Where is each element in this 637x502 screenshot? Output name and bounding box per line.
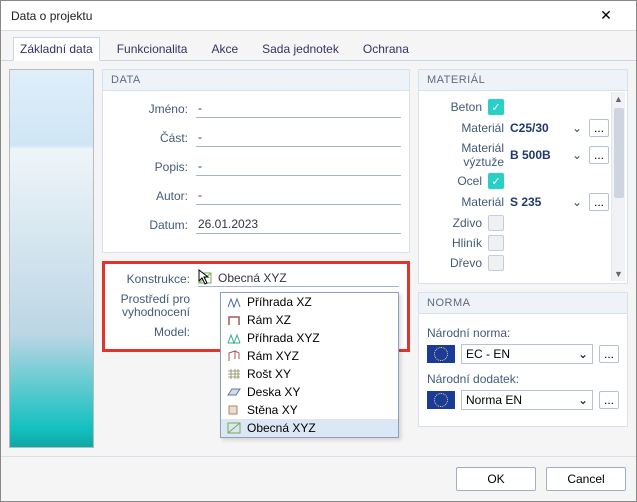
- input-cast[interactable]: [196, 128, 401, 147]
- mat-label-vyztuz: Materiál výztuže: [427, 141, 504, 169]
- mat-label-beton: Beton: [427, 100, 482, 114]
- checkbox-ocel[interactable]: ✓: [488, 173, 504, 189]
- close-button[interactable]: ✕: [586, 2, 626, 30]
- tab-units[interactable]: Sada jednotek: [255, 37, 346, 60]
- mat-value-s235: S 235: [510, 195, 565, 209]
- dots-material1[interactable]: ...: [589, 119, 609, 137]
- material-panel-header: MATERIÁL: [419, 70, 627, 91]
- chevron-down-icon: ⌄: [578, 393, 588, 407]
- truss-xz-icon: [227, 296, 241, 308]
- eu-flag-icon-2: [427, 391, 455, 409]
- project-data-dialog: Data o projektu ✕ Základní data Funkcion…: [0, 0, 637, 502]
- select-narodni-norma[interactable]: EC - EN⌄: [461, 344, 593, 364]
- dd-item-prihrada-xz[interactable]: Příhrada XZ: [221, 293, 398, 311]
- material-scrollbar[interactable]: ▲ ▼: [611, 92, 625, 281]
- eu-flag-icon: [427, 345, 455, 363]
- input-datum[interactable]: [196, 215, 401, 234]
- mat-label-material2: Materiál: [427, 195, 504, 209]
- norma-panel-header: NORMA: [419, 293, 627, 314]
- window-title: Data o projektu: [11, 9, 92, 23]
- dd-item-rost-xy[interactable]: Rošt XY: [221, 365, 398, 383]
- label-model: Model:: [113, 325, 198, 339]
- checkbox-zdivo[interactable]: [488, 215, 504, 231]
- titlebar: Data o projektu ✕: [1, 1, 636, 31]
- plate-xy-icon: [227, 386, 241, 398]
- tab-actions[interactable]: Akce: [204, 37, 245, 60]
- dd-item-ram-xyz[interactable]: Rám XYZ: [221, 347, 398, 365]
- mat-label-zdivo: Zdivo: [427, 216, 482, 230]
- tab-bar: Základní data Funkcionalita Akce Sada je…: [1, 31, 636, 61]
- center-column: DATA Jméno: Část: Popis: Au: [102, 69, 410, 448]
- general-xyz-icon: [227, 422, 241, 434]
- scroll-down-icon[interactable]: ▼: [612, 267, 625, 281]
- cancel-button[interactable]: Cancel: [546, 467, 626, 491]
- content-area: DATA Jméno: Část: Popis: Au: [1, 61, 636, 456]
- caret-material1[interactable]: ⌄: [571, 121, 583, 135]
- label-cast: Část:: [111, 131, 196, 145]
- tab-basic-data[interactable]: Základní data: [13, 37, 100, 61]
- dots-vyztuz[interactable]: ...: [589, 146, 609, 164]
- mat-label-drevo: Dřevo: [427, 256, 482, 270]
- truss-xyz-icon: [227, 332, 241, 344]
- ok-button[interactable]: OK: [456, 467, 536, 491]
- scroll-thumb[interactable]: [614, 108, 624, 198]
- label-konstrukce: Konstrukce:: [113, 272, 198, 286]
- tab-protection[interactable]: Ochrana: [356, 37, 416, 60]
- mat-label-material1: Materiál: [427, 121, 504, 135]
- label-narodni-dodatek: Národní dodatek:: [427, 372, 619, 386]
- label-narodni-norma: Národní norma:: [427, 326, 619, 340]
- close-icon: ✕: [600, 7, 612, 24]
- mat-value-c2530: C25/30: [510, 121, 565, 135]
- dots-material2[interactable]: ...: [589, 193, 609, 211]
- dd-item-stena-xy[interactable]: Stěna XY: [221, 401, 398, 419]
- frame-xyz-icon: [227, 350, 241, 362]
- dots-norma1[interactable]: ...: [599, 345, 619, 363]
- tab-functionality[interactable]: Funkcionalita: [110, 37, 195, 60]
- cursor-icon: [198, 269, 212, 288]
- right-column: MATERIÁL Beton ✓ Materiál C25/30 ⌄... Mater…: [418, 69, 628, 448]
- data-panel-header: DATA: [103, 70, 409, 91]
- norma-panel: NORMA Národní norma: EC - EN⌄ ... Národn…: [418, 292, 628, 427]
- checkbox-drevo[interactable]: [488, 255, 504, 271]
- dropdown-konstrukce[interactable]: Příhrada XZ Rám XZ Příhrada XYZ Rám XYZ …: [220, 292, 399, 438]
- dd-item-prihrada-xyz[interactable]: Příhrada XYZ: [221, 329, 398, 347]
- caret-material2[interactable]: ⌄: [571, 195, 583, 209]
- frame-xz-icon: [227, 314, 241, 326]
- mat-label-ocel: Ocel: [427, 174, 482, 188]
- input-autor[interactable]: [196, 186, 401, 205]
- chevron-down-icon: ⌄: [578, 347, 588, 361]
- data-panel: DATA Jméno: Část: Popis: Au: [102, 69, 410, 253]
- label-datum: Datum:: [111, 218, 196, 232]
- label-jmeno: Jméno:: [111, 102, 196, 116]
- footer: OK Cancel: [1, 456, 636, 501]
- caret-vyztuz[interactable]: ⌄: [571, 148, 583, 162]
- scroll-up-icon[interactable]: ▲: [612, 92, 625, 106]
- mat-value-b500b: B 500B: [510, 148, 565, 162]
- label-autor: Autor:: [111, 189, 196, 203]
- dots-norma2[interactable]: ...: [599, 391, 619, 409]
- dd-item-obecna-xyz[interactable]: Obecná XYZ: [221, 419, 398, 437]
- checkbox-hlinik[interactable]: [488, 235, 504, 251]
- select-narodni-dodatek[interactable]: Norma EN⌄: [461, 390, 593, 410]
- grid-xy-icon: [227, 368, 241, 380]
- dd-item-ram-xz[interactable]: Rám XZ: [221, 311, 398, 329]
- input-popis[interactable]: [196, 157, 401, 176]
- wall-xy-icon: [227, 404, 241, 416]
- checkbox-beton[interactable]: ✓: [488, 99, 504, 115]
- label-prostredi: Prostředí pro vyhodnocení: [113, 293, 198, 319]
- combo-value: Obecná XYZ: [218, 271, 287, 285]
- construction-panel: Konstrukce: Obecná XYZ Prostředí pro vyh…: [102, 261, 410, 352]
- decorative-building-image: [9, 69, 94, 448]
- label-popis: Popis:: [111, 160, 196, 174]
- combo-konstrukce[interactable]: Obecná XYZ: [198, 270, 399, 287]
- input-jmeno[interactable]: [196, 99, 401, 118]
- material-panel: MATERIÁL Beton ✓ Materiál C25/30 ⌄... Mater…: [418, 69, 628, 284]
- mat-label-hlinik: Hliník: [427, 236, 482, 250]
- dd-item-deska-xy[interactable]: Deska XY: [221, 383, 398, 401]
